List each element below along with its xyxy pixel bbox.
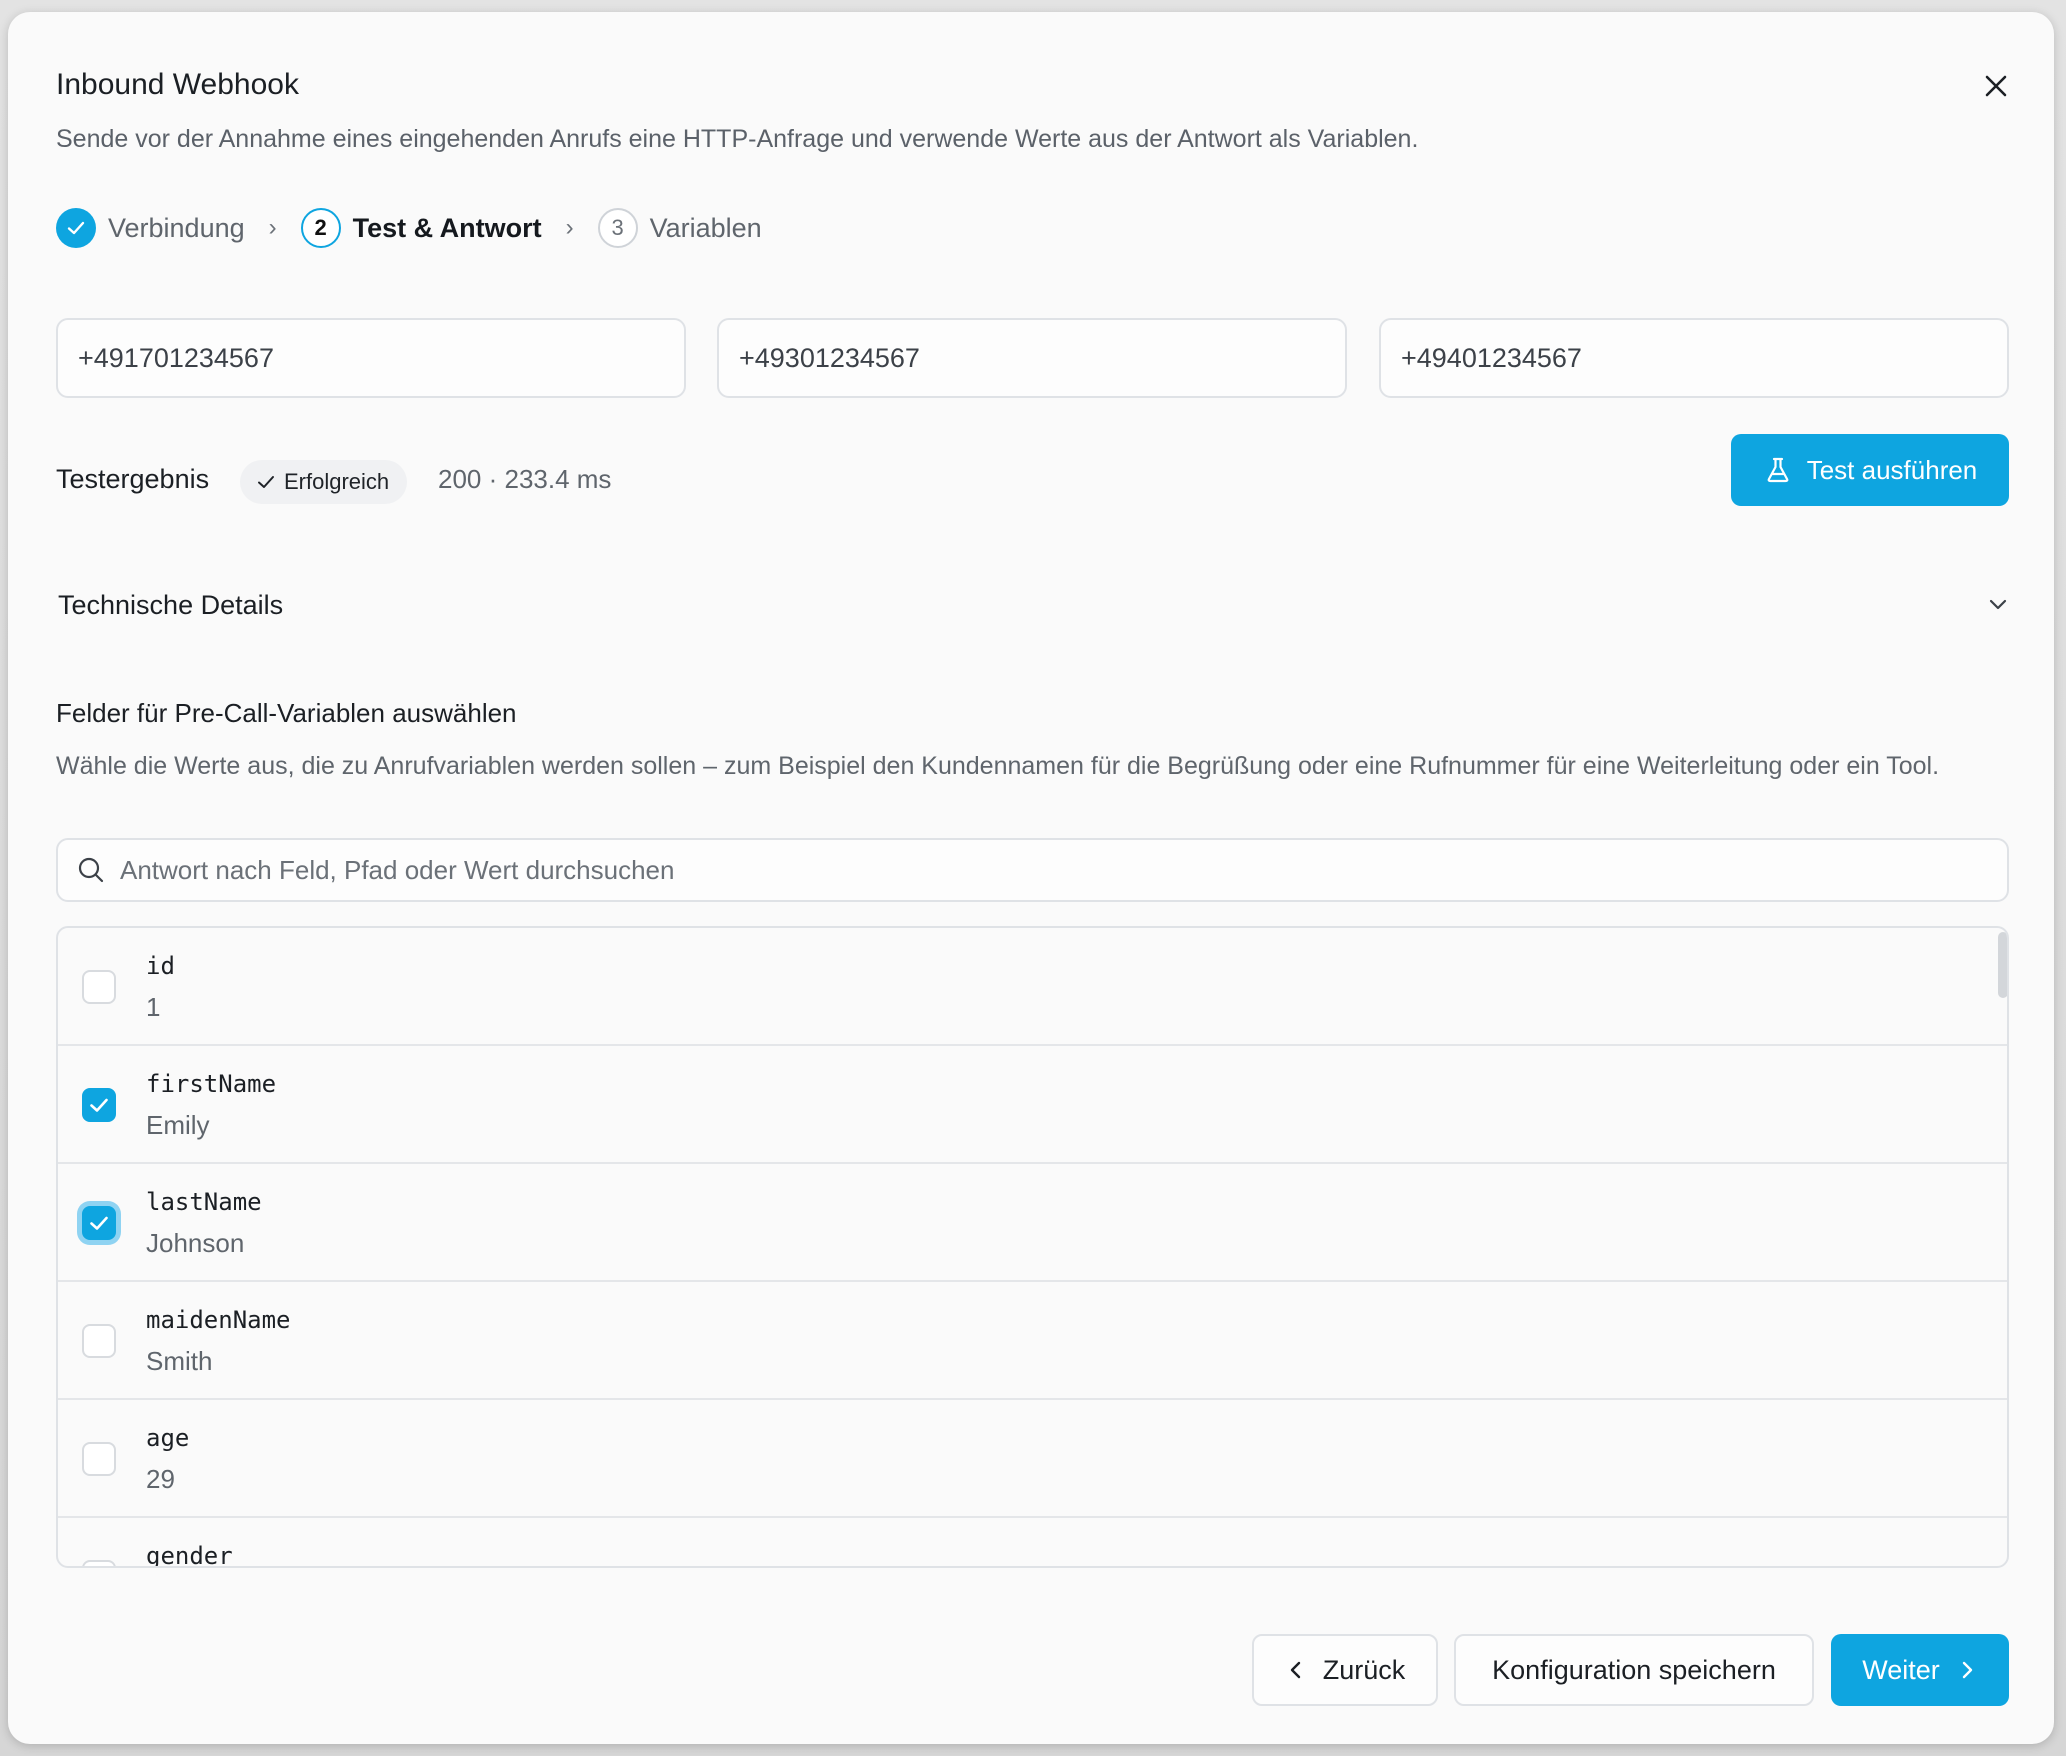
chevron-right-icon: [1962, 1661, 1972, 1679]
search-icon: [78, 857, 104, 883]
dialog-title: Inbound Webhook: [56, 68, 299, 101]
check-icon: [90, 1098, 108, 1112]
field-key: id: [146, 952, 175, 980]
technical-details-chevron[interactable]: [1980, 586, 2016, 622]
run-test-button[interactable]: Test ausführen: [1731, 434, 2009, 506]
close-icon: [1985, 75, 2007, 97]
field-list: id 1 firstName Emily lastName Johnson ma…: [56, 926, 2009, 1568]
field-row-lastname[interactable]: lastName Johnson: [58, 1164, 2007, 1282]
field-value: 29: [146, 1464, 175, 1494]
field-row-age[interactable]: age 29: [58, 1400, 2007, 1518]
flask-icon: [1767, 457, 1789, 483]
field-checkbox[interactable]: [82, 970, 116, 1004]
search-input[interactable]: [120, 854, 1970, 886]
step-verbindung[interactable]: Verbindung: [56, 208, 245, 248]
field-key: maidenName: [146, 1306, 291, 1334]
inbound-webhook-dialog: Inbound Webhook Sende vor der Annahme ei…: [8, 12, 2054, 1744]
step-number: 3: [597, 208, 638, 248]
field-value: Johnson: [146, 1228, 245, 1258]
field-row-maidenname[interactable]: maidenName Smith: [58, 1282, 2007, 1400]
field-checkbox[interactable]: [82, 1088, 116, 1122]
field-key: firstName: [146, 1070, 277, 1098]
check-icon: [67, 221, 85, 235]
field-checkbox[interactable]: [82, 1206, 116, 1240]
field-row-firstname[interactable]: firstName Emily: [58, 1046, 2007, 1164]
run-test-label: Test ausführen: [1806, 454, 1978, 485]
chevron-left-icon: [1290, 1661, 1300, 1679]
step-number: 2: [300, 208, 341, 248]
field-key: age: [146, 1424, 190, 1452]
next-label: Weiter: [1862, 1654, 1940, 1685]
field-key: gender: [146, 1542, 233, 1568]
field-key: lastName: [146, 1188, 262, 1216]
step-done-check: [56, 208, 96, 248]
step-label: Test & Antwort: [352, 212, 542, 243]
close-button[interactable]: [1978, 68, 2014, 104]
step-label: Variablen: [649, 212, 762, 243]
field-checkbox[interactable]: [82, 1324, 116, 1358]
next-button[interactable]: Weiter: [1831, 1634, 2009, 1706]
field-selection-description: Wähle die Werte aus, die zu Anrufvariabl…: [56, 752, 1940, 780]
field-row-id[interactable]: id 1: [58, 928, 2007, 1046]
dialog-subtitle: Sende vor der Annahme eines eingehenden …: [56, 125, 1419, 153]
field-selection-title: Felder für Pre-Call-Variablen auswählen: [56, 698, 517, 728]
called-number-input[interactable]: [717, 318, 1347, 398]
back-label: Zurück: [1322, 1654, 1406, 1685]
technical-details-toggle[interactable]: Technische Details: [58, 590, 283, 621]
chevron-right-icon: ›: [565, 214, 574, 241]
test-response-meta: 200 · 233.4 ms: [438, 464, 612, 494]
step-test-antwort[interactable]: 2 Test & Antwort: [300, 208, 542, 248]
field-search[interactable]: [56, 838, 2009, 902]
save-label: Konfiguration speichern: [1492, 1654, 1776, 1685]
field-value: Emily: [146, 1110, 210, 1140]
check-icon: [258, 476, 274, 488]
field-checkbox[interactable]: [82, 1442, 116, 1476]
field-row-gender[interactable]: gender: [58, 1518, 2007, 1568]
stepper: Verbindung › 2 Test & Antwort › 3 Variab…: [56, 206, 762, 250]
field-value: Smith: [146, 1346, 213, 1376]
save-configuration-button[interactable]: Konfiguration speichern: [1454, 1634, 1814, 1706]
chevron-down-icon: [1989, 599, 2007, 610]
step-variablen[interactable]: 3 Variablen: [597, 208, 762, 248]
back-button[interactable]: Zurück: [1252, 1634, 1438, 1706]
check-icon: [90, 1216, 108, 1230]
chevron-right-icon: ›: [268, 214, 277, 241]
test-result-label: Testergebnis: [56, 464, 210, 494]
status-badge-text: Erfolgreich: [284, 469, 390, 494]
third-number-input[interactable]: [1379, 318, 2009, 398]
field-checkbox[interactable]: [82, 1560, 116, 1566]
field-value: 1: [146, 992, 161, 1022]
step-label: Verbindung: [108, 212, 245, 243]
status-badge: Erfolgreich: [240, 460, 408, 504]
caller-number-input[interactable]: [56, 318, 686, 398]
